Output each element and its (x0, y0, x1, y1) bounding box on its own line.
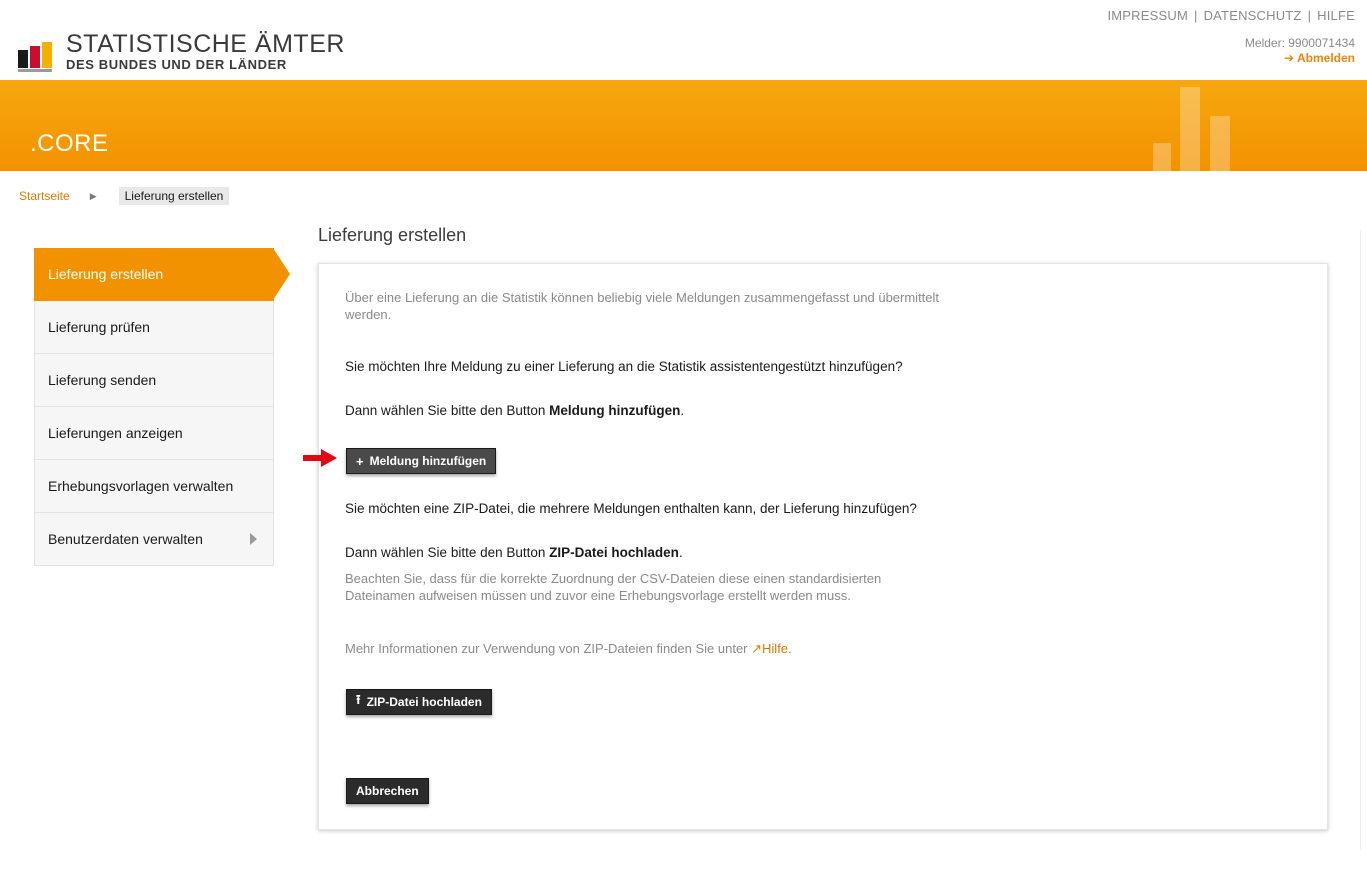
content-panel: Über eine Lieferung an die Statistik kön… (318, 263, 1328, 830)
logout-link[interactable]: ➔ Abmelden (1284, 51, 1355, 65)
sidebar-item-label: Lieferung senden (48, 372, 157, 388)
breadcrumb-separator-icon: ▶ (89, 190, 97, 201)
sidebar-nav: Lieferung erstellen Lieferung prüfen Lie… (34, 248, 290, 566)
sidebar-item-lieferung-pruefen[interactable]: Lieferung prüfen (34, 301, 274, 354)
breadcrumb: Startseite ▶ Lieferung erstellen (19, 187, 230, 205)
user-box: Melder: 9900071434 ➔ Abmelden (1245, 36, 1355, 66)
logo-bars-icon (18, 32, 60, 72)
instruction-add-text: Dann wählen Sie bitte den Button Meldung… (345, 403, 685, 418)
upload-zip-button[interactable]: ⭱ ZIP-Datei hochladen (346, 689, 492, 715)
page-title: Lieferung erstellen (318, 225, 467, 245)
logo-subtitle: DES BUNDES UND DER LÄNDER (66, 57, 287, 72)
help-link[interactable]: ↗Hilfe (751, 641, 788, 656)
user-label: Melder: 9900071434 (1244, 36, 1355, 50)
logo-text: STATISTISCHE ÄMTER DES BUNDES UND DER LÄ… (66, 30, 345, 72)
cancel-button-label: Abbrechen (356, 784, 419, 798)
top-links: IMPRESSUM | DATENSCHUTZ | HILFE (1107, 8, 1355, 23)
add-report-button[interactable]: + Meldung hinzufügen (346, 448, 497, 474)
sidebar-item-lieferung-erstellen[interactable]: Lieferung erstellen (34, 248, 290, 301)
cancel-button[interactable]: Abbrechen (346, 778, 429, 804)
breadcrumb-home-link[interactable]: Startseite (19, 189, 70, 203)
intro-text: Über eine Lieferung an die Statistik kön… (345, 290, 940, 322)
datenschutz-link[interactable]: DATENSCHUTZ (1204, 8, 1302, 23)
sidebar-item-label: Lieferungen anzeigen (48, 425, 183, 441)
sidebar-item-label: Erhebungsvorlagen verwalten (48, 478, 234, 494)
sidebar-item-lieferung-senden[interactable]: Lieferung senden (34, 354, 274, 407)
sidebar-item-benutzerdaten-verwalten[interactable]: Benutzerdaten verwalten (34, 513, 274, 566)
sidebar-item-erhebungsvorlagen-verwalten[interactable]: Erhebungsvorlagen verwalten (34, 460, 274, 513)
sidebar-item-label: Lieferung erstellen (48, 266, 164, 282)
upload-zip-button-label: ZIP-Datei hochladen (366, 695, 482, 709)
more-info-text: Mehr Informationen zur Verwendung von ZI… (345, 641, 792, 656)
page-edge-divider (1360, 230, 1361, 850)
sidebar-item-lieferungen-anzeigen[interactable]: Lieferungen anzeigen (34, 407, 274, 460)
sidebar-item-label: Lieferung prüfen (48, 319, 150, 335)
upload-icon: ⭱ (356, 692, 361, 707)
logo-title: STATISTISCHE ÄMTER (66, 30, 345, 58)
sidebar-item-label: Benutzerdaten verwalten (48, 531, 203, 547)
impressum-link[interactable]: IMPRESSUM (1107, 8, 1188, 23)
add-report-button-label: Meldung hinzufügen (369, 454, 487, 468)
question-zip-text: Sie möchten eine ZIP-Datei, die mehrere … (345, 501, 917, 516)
app-title: .CORE (30, 130, 109, 157)
logo[interactable]: STATISTISCHE ÄMTER DES BUNDES UND DER LÄ… (18, 32, 345, 72)
instruction-zip-text: Dann wählen Sie bitte den Button ZIP-Dat… (345, 545, 683, 560)
external-link-icon: ↗ (751, 641, 763, 656)
csv-note-text: Beachten Sie, dass für die korrekte Zuor… (345, 571, 882, 603)
question-add-text: Sie möchten Ihre Meldung zu einer Liefer… (345, 359, 903, 374)
red-arrow-icon (303, 449, 337, 467)
top-links-separator: | (1193, 8, 1198, 23)
breadcrumb-current: Lieferung erstellen (118, 187, 230, 205)
plus-icon: + (356, 453, 364, 469)
submenu-arrow-icon (250, 533, 257, 545)
app-banner: .CORE (0, 80, 1367, 171)
top-links-separator: | (1307, 8, 1312, 23)
hilfe-link[interactable]: HILFE (1317, 8, 1355, 23)
